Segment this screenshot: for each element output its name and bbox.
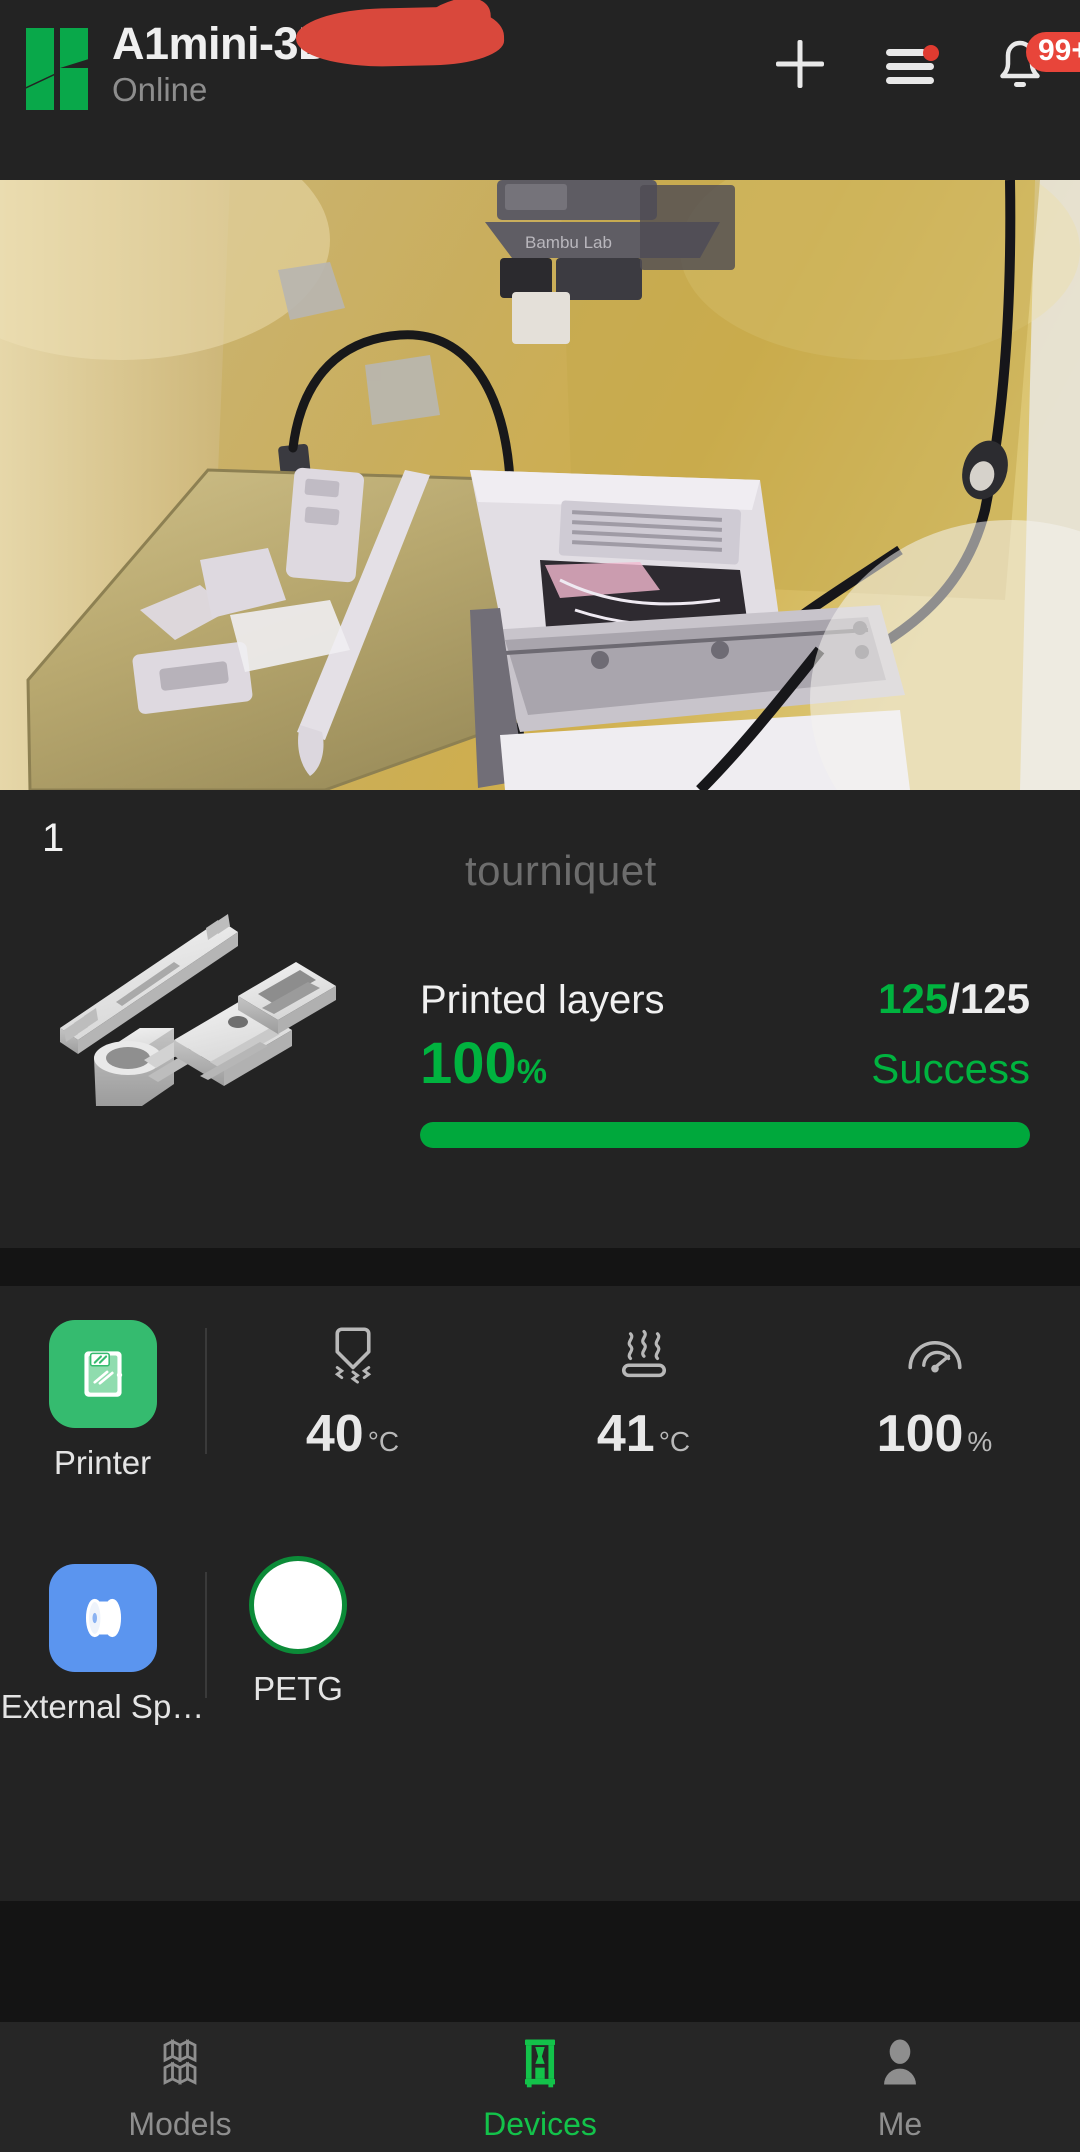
nozzle-temperature-icon — [317, 1318, 389, 1390]
printer-metrics: 40 °C 41 °C 100 % — [207, 1286, 1080, 1464]
filament-spool-icon[interactable] — [48, 1564, 157, 1672]
bell-icon[interactable]: 99+ — [992, 32, 1080, 92]
progress-percent: 100% — [420, 1035, 547, 1093]
hamburger-menu-icon[interactable] — [882, 36, 939, 92]
app-header: A1mini-3DP- Online 99+ — [0, 0, 1080, 180]
menu-unread-dot — [923, 45, 939, 61]
progress-bar-fill — [420, 1122, 1030, 1148]
layers-current: 125 — [878, 975, 949, 1022]
person-icon — [870, 2032, 930, 2097]
spool-tile-cell[interactable]: External Sp… — [0, 1530, 205, 1726]
models-icon — [150, 2032, 210, 2097]
print-speed-gauge-icon — [899, 1318, 971, 1390]
printed-layers-row: Printed layers 125/125 — [420, 975, 1030, 1023]
plus-icon[interactable] — [772, 36, 828, 92]
bottom-navigation: Models Devices Me — [0, 2022, 1080, 2152]
nav-item-devices[interactable]: Devices — [360, 2032, 720, 2143]
nav-label-models: Models — [128, 2105, 232, 2142]
job-status: Success — [871, 1045, 1030, 1092]
nozzle-temperature-unit: °C — [367, 1426, 400, 1457]
progress-row: 100% Success — [420, 1035, 1030, 1093]
print-job-card[interactable]: 1 tourniquet Printed layers 125/125 100%… — [0, 790, 1080, 1248]
percent-unit: % — [516, 1053, 548, 1091]
header-actions: 99+ — [772, 32, 1080, 92]
bed-temperature-value-group: 41 °C — [597, 1404, 690, 1464]
filament-area: PETG — [207, 1530, 1080, 1708]
job-sequence-number: 1 — [42, 816, 65, 860]
nav-item-me[interactable]: Me — [720, 2032, 1080, 2143]
printer-tile-label: Printer — [53, 1444, 152, 1481]
printer-screen-icon[interactable] — [48, 1320, 157, 1428]
printed-layers-label: Printed layers — [420, 978, 665, 1022]
printer-tile-cell[interactable]: Printer — [0, 1286, 205, 1482]
nav-label-devices: Devices — [483, 2105, 597, 2142]
devices-printer-icon — [510, 2032, 570, 2097]
bambu-lab-logo — [26, 28, 88, 110]
print-speed-unit: % — [967, 1426, 993, 1457]
nozzle-temperature-metric[interactable]: 40 °C — [207, 1286, 498, 1464]
bed-temperature-icon — [608, 1318, 680, 1390]
progress-percent-value: 100 — [420, 1031, 517, 1096]
layers-total: /125 — [948, 975, 1030, 1022]
nav-item-models[interactable]: Models — [0, 2032, 360, 2143]
device-status: Online — [112, 71, 208, 109]
bed-temperature-value: 41 — [596, 1405, 655, 1463]
printed-layers-value: 125/125 — [878, 975, 1030, 1023]
bed-temperature-metric[interactable]: 41 °C — [498, 1286, 789, 1464]
section-divider-top — [0, 1248, 1080, 1286]
nozzle-temperature-value: 40 — [305, 1405, 364, 1463]
spool-tile-label: External Sp… — [0, 1688, 205, 1725]
device-title-block[interactable]: A1mini-3DP- Online — [112, 14, 772, 109]
notification-badge: 99+ — [1026, 32, 1080, 72]
svg-text:Bambu Lab: Bambu Lab — [525, 233, 612, 252]
filament-color-swatch — [249, 1556, 347, 1654]
job-title: tourniquet — [465, 847, 657, 894]
progress-bar — [420, 1122, 1030, 1148]
print-speed-metric[interactable]: 100 % — [789, 1286, 1080, 1464]
live-camera-feed[interactable]: Bambu Lab — [0, 180, 1080, 790]
device-name: A1mini-3DP- — [112, 18, 375, 69]
controls-section: Printer 40 °C 41 °C 100 % External Sp… P… — [0, 1286, 1080, 1901]
section-divider-bottom — [0, 1901, 1080, 2023]
bed-temperature-unit: °C — [658, 1426, 691, 1457]
print-speed-value-group: 100 % — [877, 1404, 993, 1464]
printer-row: Printer 40 °C 41 °C 100 % — [0, 1286, 1080, 1482]
filament-type-label: PETG — [253, 1670, 343, 1707]
nav-label-me: Me — [877, 2105, 923, 2142]
spool-row: External Sp… PETG — [0, 1530, 1080, 1726]
nozzle-temperature-value-group: 40 °C — [306, 1404, 399, 1464]
print-speed-value: 100 — [876, 1405, 964, 1463]
model-thumbnail — [24, 862, 344, 1112]
filament-slot[interactable]: PETG — [249, 1556, 347, 1708]
